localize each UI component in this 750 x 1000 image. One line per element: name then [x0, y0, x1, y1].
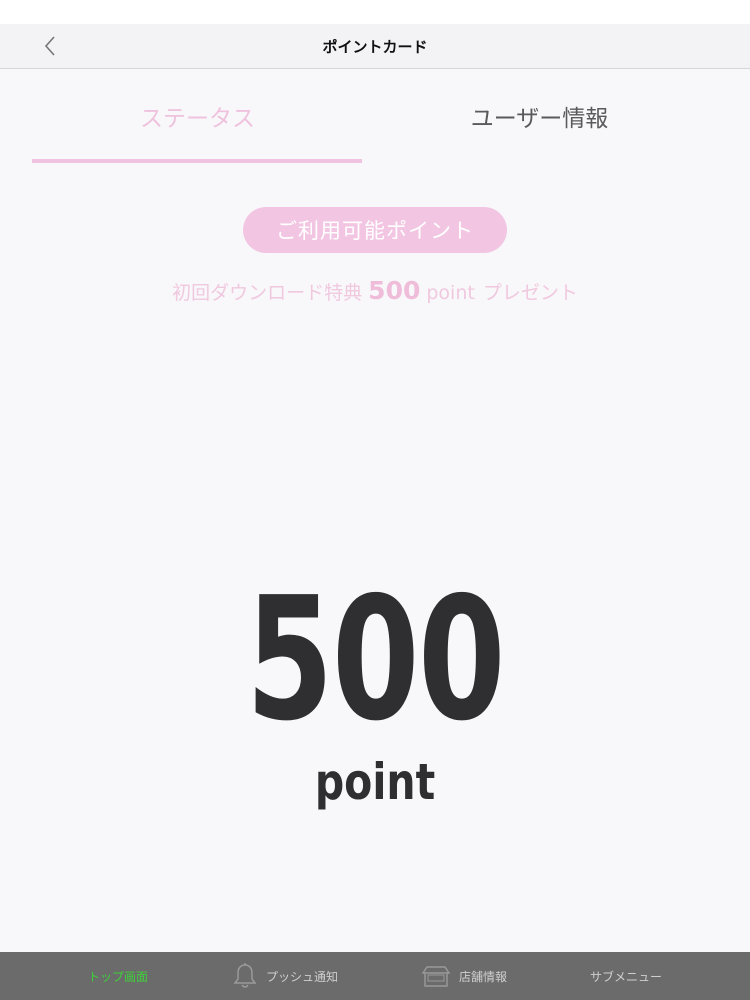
tab-status[interactable]: ステータス	[10, 69, 385, 165]
nav-item-shop[interactable]: 店舗情報	[421, 952, 507, 1000]
bonus-unit: point	[426, 282, 475, 304]
status-strip	[0, 0, 750, 24]
download-bonus-text: 初回ダウンロード特典 500 point プレゼント	[0, 276, 750, 310]
nav-item-top[interactable]: トップ画面	[88, 952, 148, 1000]
bell-icon	[233, 963, 257, 988]
navigation-bar: ポイントカード	[0, 24, 750, 69]
bottom-navigation: トップ画面 プッシュ通知 店舗情報 サブメニュー	[0, 952, 750, 1000]
bonus-amount: 500	[368, 276, 421, 305]
tab-bar: ステータス ユーザー情報	[0, 69, 750, 165]
nav-item-push[interactable]: プッシュ通知	[232, 952, 338, 1000]
active-tab-indicator	[32, 159, 362, 163]
nav-item-label: トップ画面	[88, 969, 149, 984]
tab-user-info[interactable]: ユーザー情報	[352, 69, 727, 165]
page-title: ポイントカード	[322, 37, 428, 56]
nav-item-label: サブメニュー	[590, 969, 663, 984]
available-points-badge: ご利用可能ポイント	[243, 207, 507, 253]
point-unit: point	[314, 753, 436, 811]
point-balance: 500	[245, 561, 506, 759]
bonus-suffix: プレゼント	[482, 282, 578, 304]
bonus-prefix: 初回ダウンロード特典	[172, 282, 363, 304]
nav-item-label: プッシュ通知	[266, 969, 339, 984]
nav-item-label: 店舗情報	[459, 969, 508, 984]
nav-item-submenu[interactable]: サブメニュー	[590, 952, 662, 1000]
shop-icon	[421, 966, 451, 987]
